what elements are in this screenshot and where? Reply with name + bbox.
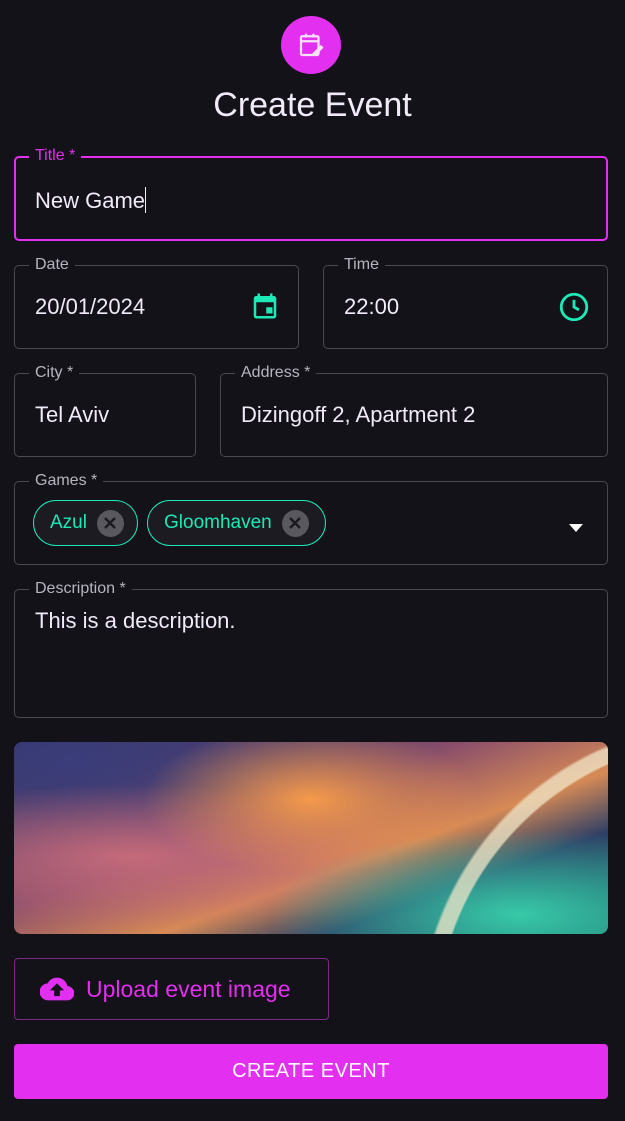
dropdown-arrow-icon[interactable]	[569, 519, 583, 537]
cloud-upload-icon	[40, 976, 74, 1002]
chip-label: Azul	[50, 512, 87, 533]
address-value: Dizingoff 2, Apartment 2	[241, 402, 476, 427]
upload-image-button[interactable]: Upload event image	[14, 958, 329, 1020]
date-field[interactable]: Date 20/01/2024	[14, 255, 299, 349]
calendar-edit-icon	[281, 16, 341, 74]
city-value: Tel Aviv	[35, 402, 110, 427]
game-chip: Gloomhaven	[147, 500, 326, 546]
address-label: Address *	[235, 363, 317, 383]
games-select[interactable]: Games * Azul Gloomhaven	[14, 471, 608, 565]
remove-chip-icon[interactable]	[281, 509, 309, 537]
time-value: 22:00	[344, 294, 400, 319]
description-field[interactable]: Description * This is a description.	[14, 579, 608, 718]
title-value: New Game	[35, 188, 146, 213]
remove-chip-icon[interactable]	[96, 509, 124, 537]
date-value: 20/01/2024	[35, 294, 146, 319]
calendar-icon[interactable]	[250, 290, 280, 327]
description-value: This is a description.	[35, 608, 236, 633]
games-label: Games *	[29, 471, 104, 491]
text-caret	[145, 187, 147, 213]
time-field[interactable]: Time 22:00	[323, 255, 608, 349]
city-label: City *	[29, 363, 80, 383]
title-field[interactable]: Title * New Game	[14, 146, 608, 241]
time-label: Time	[338, 255, 385, 275]
description-label: Description *	[29, 579, 132, 599]
clock-icon[interactable]	[557, 290, 591, 329]
address-field[interactable]: Address * Dizingoff 2, Apartment 2	[220, 363, 608, 457]
page-title: Create Event	[213, 86, 412, 124]
upload-label: Upload event image	[86, 975, 291, 1002]
date-label: Date	[29, 255, 75, 275]
city-field[interactable]: City * Tel Aviv	[14, 363, 196, 457]
title-input[interactable]: New Game	[35, 187, 147, 214]
title-label: Title *	[29, 146, 82, 166]
chip-label: Gloomhaven	[164, 512, 272, 533]
create-event-button[interactable]: CREATE EVENT	[14, 1044, 608, 1099]
game-chip: Azul	[33, 500, 138, 546]
event-image-preview	[14, 742, 608, 934]
